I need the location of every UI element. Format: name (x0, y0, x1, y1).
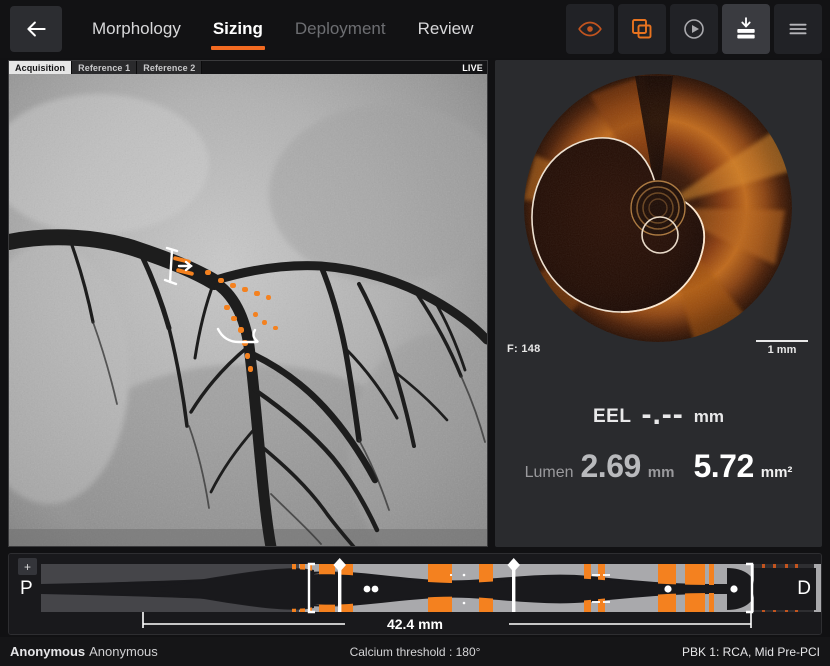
layers-icon (632, 19, 652, 39)
save-icon (737, 17, 755, 39)
procedure-label: PBK 1: RCA, Mid Pre-PCI (681, 644, 820, 659)
oct-imaging-app: Morphology Sizing Deployment Review Acqu… (0, 0, 830, 666)
distal-marker-label: D (797, 578, 811, 599)
angio-tab-acquisition-label: Acquisition (15, 62, 66, 73)
oct-cross-section-image[interactable] (495, 60, 822, 360)
angio-tab-acquisition[interactable]: Acquisition (9, 61, 73, 74)
workflow-tabs: Morphology Sizing Deployment Review (76, 6, 489, 52)
save-button[interactable] (722, 4, 770, 54)
status-bar: Anonymous Anonymous Calcium threshold : 1… (0, 637, 830, 666)
lumen-label: Lumen (524, 464, 574, 481)
oct-panel[interactable]: F: 148 1 mm EEL -.-- mm Lumen 2.69 mm 5.… (495, 60, 822, 547)
active-tab-underline (210, 46, 265, 50)
angio-tab-reference-2[interactable]: Reference 2 (137, 61, 203, 74)
angio-tab-reference-1-label: Reference 1 (78, 62, 131, 73)
eel-label: EEL (593, 406, 632, 427)
visibility-button[interactable] (566, 4, 614, 54)
oct-frame-number: F: 148 (507, 343, 541, 355)
tab-deployment-label: Deployment (294, 19, 386, 38)
eel-measurement-row: EEL -.-- mm (495, 396, 822, 431)
angio-tab-bar: Acquisition Reference 1 Reference 2 LIVE (9, 61, 487, 74)
tab-sizing[interactable]: Sizing (197, 6, 279, 52)
menu-icon (789, 23, 807, 35)
header-toolbar (566, 4, 822, 54)
lumen-measurement-row: Lumen 2.69 mm 5.72 mm² (495, 448, 822, 485)
scale-bar-label: 1 mm (767, 344, 797, 356)
coregistration-button[interactable] (618, 4, 666, 54)
longitudinal-view-panel[interactable]: + P D 42.4 mm (8, 553, 822, 635)
play-button[interactable] (670, 4, 718, 54)
back-arrow-icon (27, 21, 46, 37)
angiography-panel[interactable]: Acquisition Reference 1 Reference 2 LIVE (8, 60, 488, 547)
lumen-diameter-unit: mm (647, 464, 675, 481)
back-button[interactable] (10, 6, 62, 52)
eye-icon (578, 21, 602, 37)
tab-sizing-label: Sizing (212, 19, 263, 38)
scale-bar-line (756, 340, 808, 342)
tab-review[interactable]: Review (402, 6, 490, 52)
eel-unit: mm (693, 407, 724, 426)
zoom-in-button[interactable]: + (18, 558, 37, 575)
app-header: Morphology Sizing Deployment Review (0, 0, 830, 58)
lumen-area-unit: mm² (760, 464, 793, 481)
tab-morphology[interactable]: Morphology (76, 6, 197, 52)
angio-tab-reference-1[interactable]: Reference 1 (72, 61, 138, 74)
angiogram-image[interactable] (9, 74, 487, 547)
play-icon (684, 19, 704, 39)
lumen-area-value: 5.72 (693, 448, 754, 484)
tab-review-label: Review (417, 19, 474, 38)
segment-length-label: 42.4 mm (386, 616, 444, 632)
proximal-marker-label: P (20, 578, 33, 599)
menu-button[interactable] (774, 4, 822, 54)
oct-scale-bar: 1 mm (756, 340, 808, 356)
tab-deployment[interactable]: Deployment (279, 6, 402, 52)
angio-tab-reference-2-label: Reference 2 (143, 62, 196, 73)
eel-value: -.-- (641, 398, 684, 431)
live-badge: LIVE (462, 62, 483, 73)
tab-morphology-label: Morphology (92, 19, 181, 38)
lumen-diameter-value: 2.69 (580, 448, 642, 484)
